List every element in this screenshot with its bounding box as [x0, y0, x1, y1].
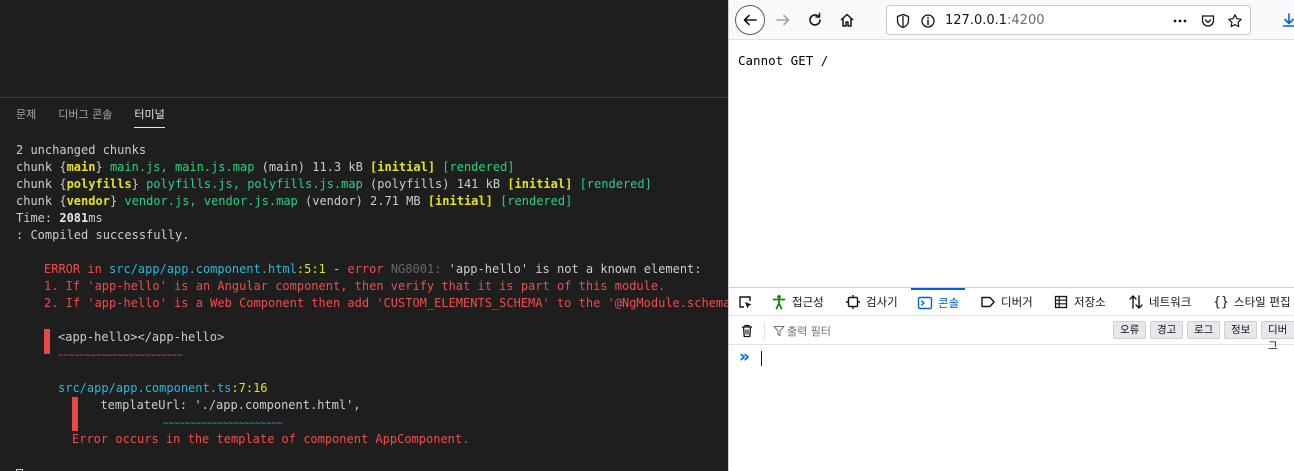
console-filter-bar: 출력 필터 오류 경고 로그 정보 디버그 — [729, 317, 1294, 352]
tab-accessibility[interactable]: 접근성 — [771, 288, 824, 316]
tab-label: 스타일 편집 — [1234, 295, 1291, 309]
tab-debug-console[interactable]: 디버그 콘솔 — [58, 104, 112, 128]
terminal-line-chunk-main: chunk {main} main.js, main.js.map (main)… — [16, 160, 515, 174]
reload-button[interactable] — [800, 5, 830, 35]
error-gutter-marker — [72, 414, 78, 431]
trash-icon[interactable] — [739, 323, 755, 339]
terminal-blank — [16, 363, 728, 380]
devtools-panel: 접근성 검사기 콘솔 디버거 저장소 네트워크 {} 스타일 편집 출력 필터 … — [729, 287, 1294, 471]
tab-problems[interactable]: 문제 — [16, 104, 36, 128]
terminal-blank — [16, 448, 728, 465]
url-text[interactable]: 127.0.0.1:4200 — [945, 13, 1045, 28]
info-icon[interactable] — [920, 13, 936, 29]
terminal-line-compiled: : Compiled successfully. — [16, 228, 190, 242]
braces-icon: {} — [1213, 294, 1229, 310]
text-caret — [761, 351, 762, 366]
more-dots-icon[interactable] — [1172, 13, 1188, 29]
console-prompt-icon: » — [739, 347, 750, 367]
vscode-window: 문제 디버그 콘솔 터미널 2 unchanged chunks chunk {… — [0, 0, 728, 471]
download-icon[interactable] — [1281, 12, 1294, 28]
home-button[interactable] — [832, 5, 862, 35]
console-icon — [917, 296, 933, 310]
level-error-button[interactable]: 오류 — [1113, 321, 1147, 339]
picker-icon — [739, 296, 752, 309]
tab-label: 네트워크 — [1149, 295, 1192, 309]
pocket-icon[interactable] — [1200, 13, 1216, 29]
tab-terminal[interactable]: 터미널 — [134, 104, 165, 128]
terminal-line-error-hint-1: 1. If 'app-hello' is an Angular componen… — [44, 279, 666, 293]
debugger-icon — [981, 296, 995, 308]
terminal-line-error-hint-2: 2. If 'app-hello' is a Web Component the… — [44, 296, 728, 310]
url-bar[interactable]: 127.0.0.1:4200 — [886, 5, 1251, 35]
panel-tabs: 문제 디버그 콘솔 터미널 — [16, 104, 165, 130]
terminal-line-chunk-vendor: chunk {vendor} vendor.js, vendor.js.map … — [16, 194, 573, 208]
terminal-output[interactable]: 2 unchanged chunks chunk {main} main.js,… — [16, 142, 728, 471]
level-info-button[interactable]: 정보 — [1224, 321, 1258, 339]
page-message: Cannot GET / — [738, 53, 829, 68]
devtools-tabs: 접근성 검사기 콘솔 디버거 저장소 네트워크 {} 스타일 편집 — [729, 288, 1294, 316]
panel-divider[interactable] — [0, 97, 728, 98]
console-filter-input[interactable]: 출력 필터 — [787, 323, 831, 339]
terminal-line-ts-underline: ~~~~~~~~~~~~~~~~~~~~~~ — [16, 414, 728, 431]
terminal-line: 2 unchanged chunks — [16, 143, 147, 157]
tab-label: 저장소 — [1074, 295, 1106, 309]
home-icon — [840, 13, 854, 27]
inspector-icon — [846, 295, 860, 309]
tab-storage[interactable]: 저장소 — [1053, 288, 1106, 316]
divider — [764, 322, 765, 340]
browser-toolbar: 127.0.0.1:4200 — [729, 0, 1294, 40]
tracking-shield-icon[interactable] — [895, 13, 911, 29]
terminal-line-time: Time: 2081ms — [16, 211, 103, 225]
terminal-blank — [16, 244, 728, 261]
storage-icon — [1054, 295, 1068, 309]
console-input[interactable]: » — [729, 346, 1294, 372]
editor-area — [0, 0, 728, 97]
terminal-line-underline: ~~~~~~~~~~~~~~~~~~~~~~~ — [16, 346, 728, 363]
back-button[interactable] — [735, 5, 765, 35]
level-debug-button[interactable]: 디버그 — [1261, 321, 1294, 352]
tab-console[interactable]: 콘솔 — [911, 288, 966, 316]
reload-icon — [809, 12, 821, 26]
tab-network[interactable]: 네트워크 — [1128, 288, 1191, 316]
tab-inspector[interactable]: 검사기 — [845, 288, 898, 316]
error-gutter-marker — [72, 397, 78, 414]
forward-button[interactable] — [768, 5, 798, 35]
terminal-line-code: <app-hello></app-hello> — [16, 329, 728, 346]
accessibility-icon — [772, 295, 786, 310]
tab-debugger[interactable]: 디버거 — [980, 288, 1033, 316]
error-gutter-marker — [44, 329, 50, 346]
tab-label: 콘솔 — [938, 296, 960, 310]
terminal-line-ts-file: src/app/app.component.ts:7:16 — [58, 381, 268, 395]
level-log-button[interactable]: 로그 — [1187, 321, 1221, 339]
terminal-line-error-occurs: Error occurs in the template of componen… — [72, 432, 470, 446]
page-content: Cannot GET / — [738, 53, 828, 68]
tab-label: 접근성 — [792, 295, 824, 309]
arrow-right-icon — [776, 14, 790, 26]
firefox-window: 127.0.0.1:4200 Cannot GET / 접근성 검사기 콘솔 디… — [728, 0, 1294, 471]
terminal-line-ts-code: templateUrl: './app.component.html', — [16, 397, 728, 414]
bookmark-star-icon[interactable] — [1227, 13, 1243, 29]
terminal-prompt — [16, 465, 728, 471]
error-gutter-marker — [44, 346, 50, 354]
tab-label: 디버거 — [1001, 295, 1033, 309]
level-warning-button[interactable]: 경고 — [1150, 321, 1184, 339]
terminal-line-error: ERROR in src/app/app.component.html:5:1 … — [44, 262, 702, 276]
arrow-left-icon — [743, 14, 757, 26]
tab-label: 검사기 — [866, 295, 898, 309]
filter-funnel-icon — [773, 326, 785, 336]
element-picker-button[interactable] — [737, 288, 753, 316]
terminal-blank — [16, 312, 728, 329]
network-arrows-icon — [1129, 295, 1143, 309]
terminal-line-chunk-polyfills: chunk {polyfills} polyfills.js, polyfill… — [16, 177, 652, 191]
tab-style-editor[interactable]: {} 스타일 편집 — [1213, 288, 1291, 316]
